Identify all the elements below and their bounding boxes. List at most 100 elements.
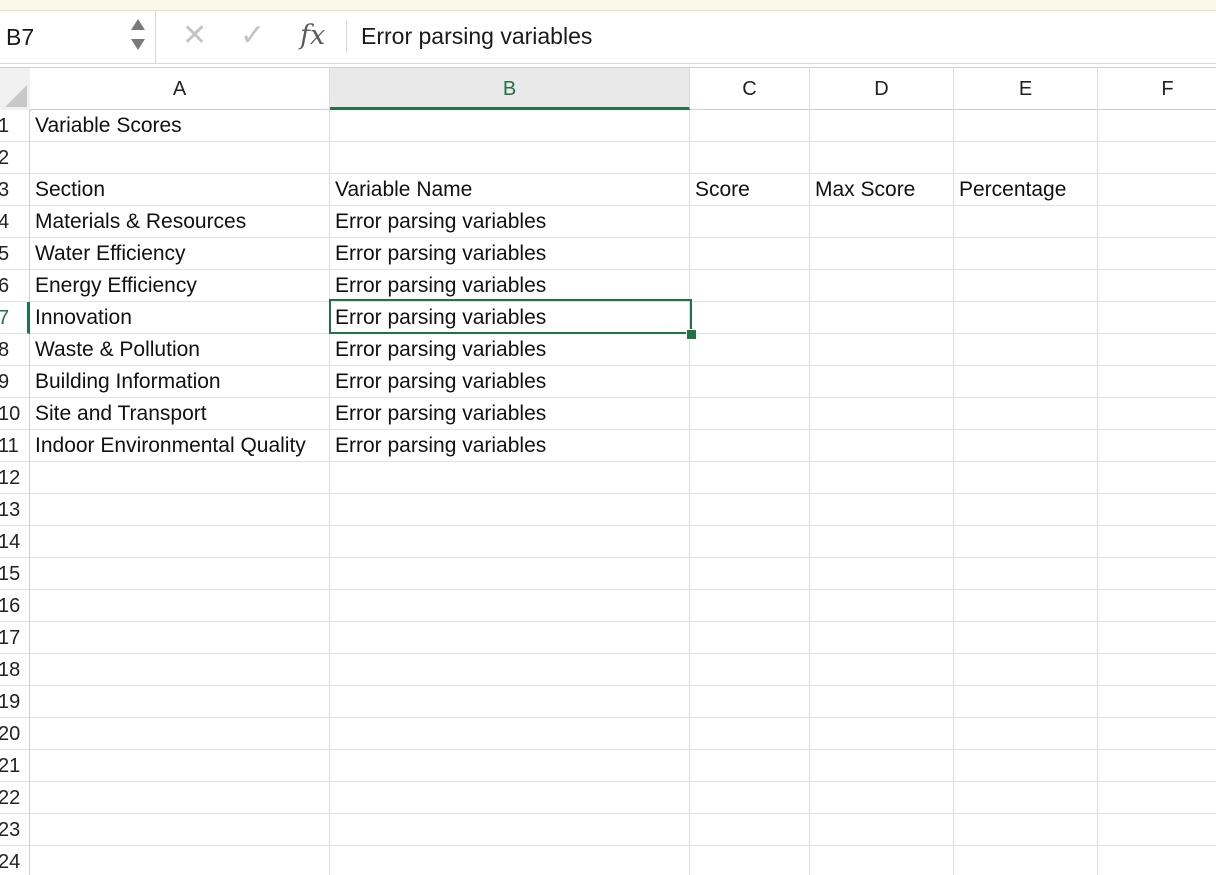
cell-f8[interactable] (1098, 334, 1216, 366)
cell-e7[interactable] (954, 302, 1098, 334)
cell-c22[interactable] (690, 782, 810, 814)
close-icon[interactable]: ✕ (182, 19, 207, 53)
cell-a9[interactable]: Building Information (30, 366, 330, 398)
cell-c3[interactable]: Score (690, 174, 810, 206)
name-box[interactable]: B7 (0, 11, 156, 63)
row-header-2[interactable]: 2 (0, 142, 30, 174)
cell-c10[interactable] (690, 398, 810, 430)
cell-a3[interactable]: Section (30, 174, 330, 206)
cell-a13[interactable] (30, 494, 330, 526)
cell-f19[interactable] (1098, 686, 1216, 718)
check-icon[interactable]: ✓ (240, 19, 265, 53)
cell-e3[interactable]: Percentage (954, 174, 1098, 206)
cell-a20[interactable] (30, 718, 330, 750)
cell-d1[interactable] (810, 110, 954, 142)
cell-f14[interactable] (1098, 526, 1216, 558)
column-header-a[interactable]: A (30, 68, 330, 110)
cell-d15[interactable] (810, 558, 954, 590)
cell-e8[interactable] (954, 334, 1098, 366)
cell-d10[interactable] (810, 398, 954, 430)
cell-c17[interactable] (690, 622, 810, 654)
cell-e1[interactable] (954, 110, 1098, 142)
cell-e6[interactable] (954, 270, 1098, 302)
cell-d13[interactable] (810, 494, 954, 526)
cell-d20[interactable] (810, 718, 954, 750)
column-header-f[interactable]: F (1098, 68, 1216, 110)
row-header-23[interactable]: 23 (0, 814, 30, 846)
cell-b15[interactable] (330, 558, 690, 590)
cell-f16[interactable] (1098, 590, 1216, 622)
cell-c1[interactable] (690, 110, 810, 142)
cell-a8[interactable]: Waste & Pollution (30, 334, 330, 366)
cell-b8[interactable]: Error parsing variables (330, 334, 690, 366)
cell-d14[interactable] (810, 526, 954, 558)
cell-d11[interactable] (810, 430, 954, 462)
column-header-e[interactable]: E (954, 68, 1098, 110)
cell-f13[interactable] (1098, 494, 1216, 526)
cell-b1[interactable] (330, 110, 690, 142)
cell-d3[interactable]: Max Score (810, 174, 954, 206)
cell-e18[interactable] (954, 654, 1098, 686)
cell-d4[interactable] (810, 206, 954, 238)
row-header-24[interactable]: 24 (0, 846, 30, 875)
cell-c6[interactable] (690, 270, 810, 302)
cell-e17[interactable] (954, 622, 1098, 654)
column-header-d[interactable]: D (810, 68, 954, 110)
cell-b16[interactable] (330, 590, 690, 622)
cell-e23[interactable] (954, 814, 1098, 846)
cell-b17[interactable] (330, 622, 690, 654)
cell-a12[interactable] (30, 462, 330, 494)
cell-b7[interactable]: Error parsing variables (330, 302, 690, 334)
cell-e10[interactable] (954, 398, 1098, 430)
cell-b3[interactable]: Variable Name (330, 174, 690, 206)
row-header-21[interactable]: 21 (0, 750, 30, 782)
cell-c21[interactable] (690, 750, 810, 782)
cell-f12[interactable] (1098, 462, 1216, 494)
cell-b24[interactable] (330, 846, 690, 875)
cell-a4[interactable]: Materials & Resources (30, 206, 330, 238)
cell-b5[interactable]: Error parsing variables (330, 238, 690, 270)
stepper-down-icon[interactable] (131, 39, 145, 50)
cell-e13[interactable] (954, 494, 1098, 526)
row-header-18[interactable]: 18 (0, 654, 30, 686)
cell-b9[interactable]: Error parsing variables (330, 366, 690, 398)
cell-d18[interactable] (810, 654, 954, 686)
cell-d9[interactable] (810, 366, 954, 398)
row-header-9[interactable]: 9 (0, 366, 30, 398)
cell-d7[interactable] (810, 302, 954, 334)
cell-c2[interactable] (690, 142, 810, 174)
cell-f17[interactable] (1098, 622, 1216, 654)
cell-d22[interactable] (810, 782, 954, 814)
cell-c13[interactable] (690, 494, 810, 526)
cell-c18[interactable] (690, 654, 810, 686)
cell-b2[interactable] (330, 142, 690, 174)
row-header-8[interactable]: 8 (0, 334, 30, 366)
row-header-16[interactable]: 16 (0, 590, 30, 622)
cell-d21[interactable] (810, 750, 954, 782)
cell-a24[interactable] (30, 846, 330, 875)
cell-c16[interactable] (690, 590, 810, 622)
cell-e19[interactable] (954, 686, 1098, 718)
cell-c12[interactable] (690, 462, 810, 494)
cell-a2[interactable] (30, 142, 330, 174)
cell-f2[interactable] (1098, 142, 1216, 174)
cell-e20[interactable] (954, 718, 1098, 750)
cell-f7[interactable] (1098, 302, 1216, 334)
cell-d12[interactable] (810, 462, 954, 494)
cell-e24[interactable] (954, 846, 1098, 875)
cell-b22[interactable] (330, 782, 690, 814)
cell-a23[interactable] (30, 814, 330, 846)
cell-b23[interactable] (330, 814, 690, 846)
cell-a18[interactable] (30, 654, 330, 686)
cell-f21[interactable] (1098, 750, 1216, 782)
cell-a15[interactable] (30, 558, 330, 590)
cell-c20[interactable] (690, 718, 810, 750)
cell-a16[interactable] (30, 590, 330, 622)
cell-f5[interactable] (1098, 238, 1216, 270)
cell-f6[interactable] (1098, 270, 1216, 302)
row-header-15[interactable]: 15 (0, 558, 30, 590)
cell-d6[interactable] (810, 270, 954, 302)
name-box-stepper[interactable] (131, 17, 145, 57)
cell-d8[interactable] (810, 334, 954, 366)
cell-a10[interactable]: Site and Transport (30, 398, 330, 430)
